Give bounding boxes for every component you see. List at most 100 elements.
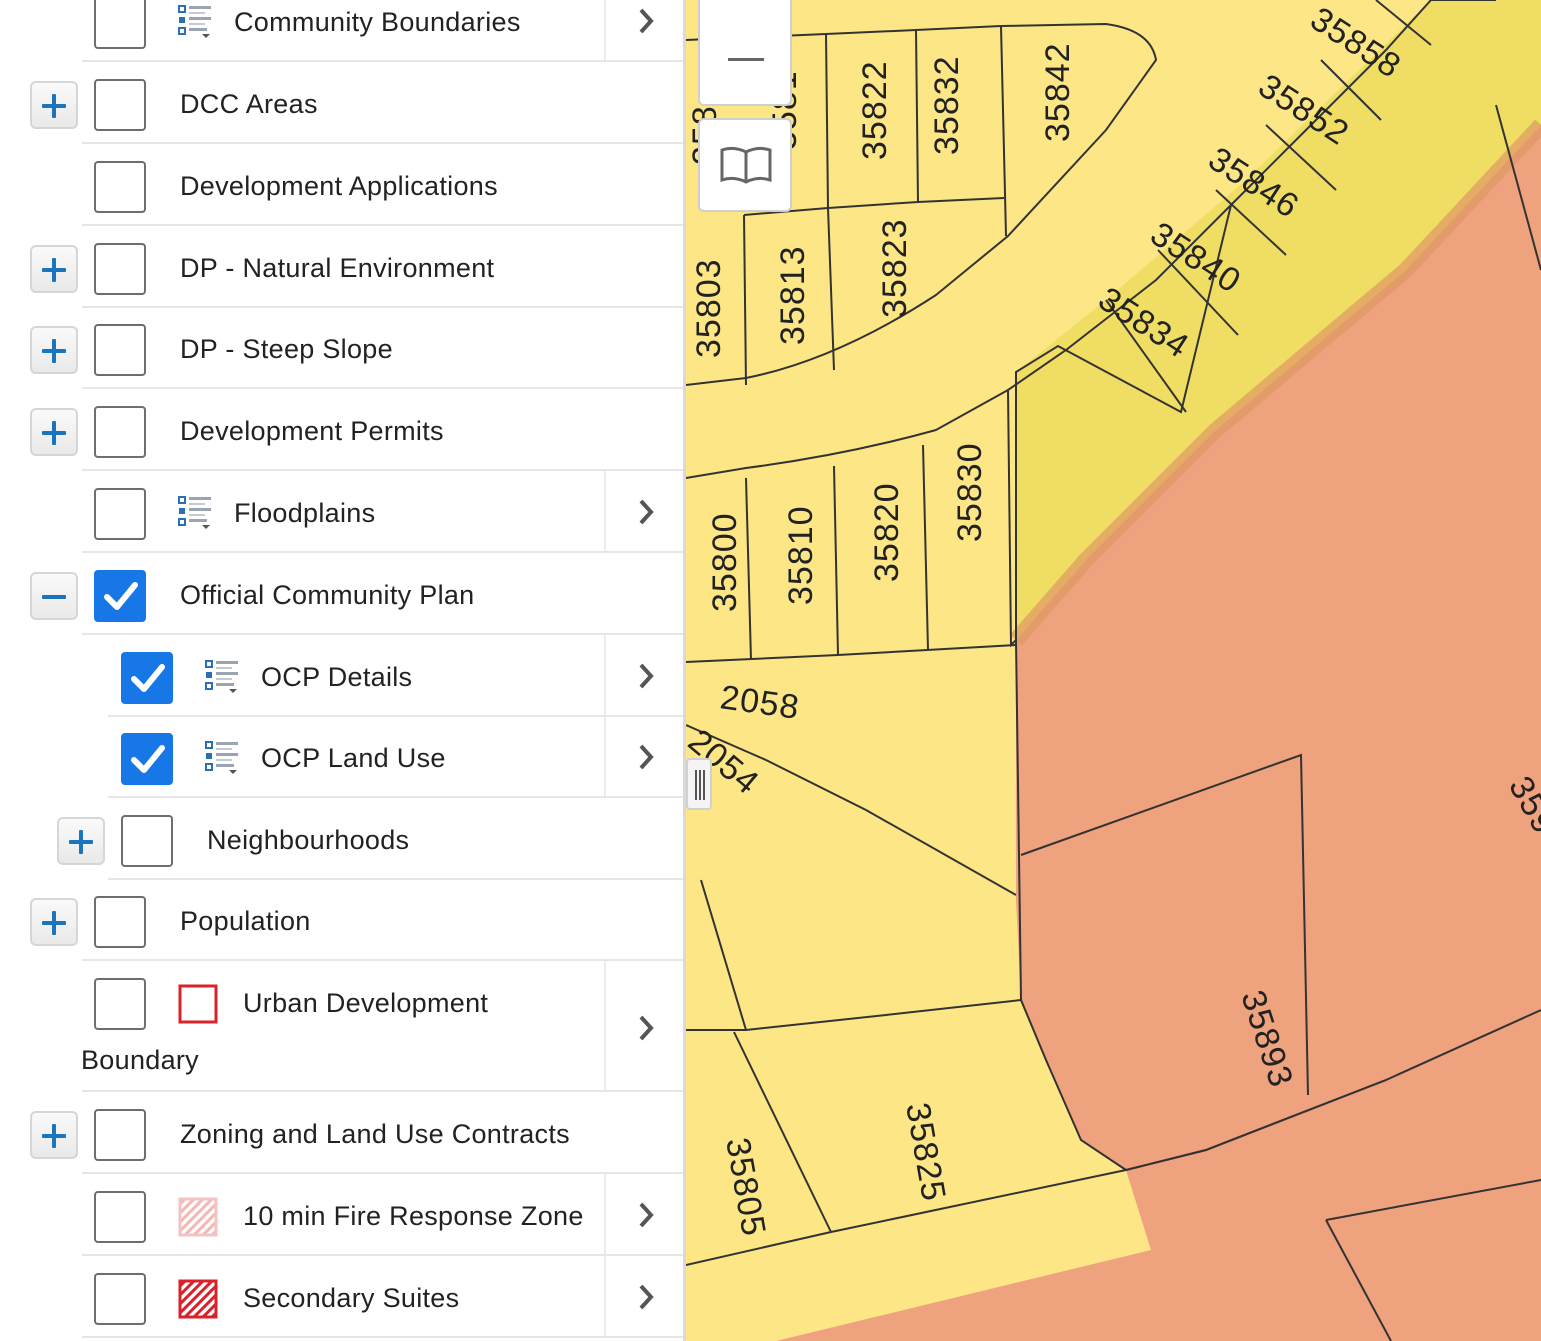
lot-number: 35822: [856, 60, 894, 160]
layer-label: 10 min Fire Response Zone: [243, 1201, 584, 1231]
layer-row: Development Permits: [0, 389, 686, 471]
layer-row: Zoning and Land Use Contracts: [0, 1092, 686, 1174]
layer-row: OCP Land Use: [0, 716, 686, 798]
row-divider: [82, 1336, 686, 1338]
layer-label: Development Applications: [180, 171, 498, 201]
expand-button[interactable]: [30, 326, 78, 374]
checkmark-icon: [131, 664, 165, 692]
pink-hatch-square-icon: [178, 1197, 218, 1237]
chevron-right-icon: [639, 8, 654, 34]
panel-resize-handle[interactable]: [686, 758, 712, 810]
layer-details-button[interactable]: [604, 1174, 686, 1254]
grip-line: [703, 770, 705, 800]
plus-icon: [52, 911, 56, 935]
lot-number: 35820: [868, 482, 906, 582]
layer-label: DP - Natural Environment: [180, 253, 495, 283]
layer-label-continued: Boundary: [81, 1045, 199, 1075]
expand-button[interactable]: [30, 1111, 78, 1159]
map-view[interactable]: 358 3581 35822 35832 35842 35858 35852 3…: [686, 0, 1541, 1341]
lot-number: 35823: [876, 218, 914, 318]
grip-line: [699, 770, 701, 800]
layer-label: Community Boundaries: [234, 7, 521, 37]
layer-checkbox[interactable]: [94, 896, 146, 948]
layer-row: Urban Development Boundary: [0, 961, 686, 1092]
checkmark-icon: [131, 745, 165, 773]
legend-list-icon: [205, 658, 241, 694]
map-canvas[interactable]: 358 3581 35822 35832 35842 35858 35852 3…: [686, 0, 1541, 1341]
layer-checkbox[interactable]: [94, 1109, 146, 1161]
layer-details-button[interactable]: [604, 635, 686, 715]
chevron-right-icon: [639, 1015, 654, 1041]
layer-row: Secondary Suites: [0, 1256, 686, 1338]
layer-checkbox[interactable]: [94, 0, 146, 49]
grip-line: [695, 770, 697, 800]
chevron-right-icon: [639, 1284, 654, 1310]
layer-label: Floodplains: [234, 498, 376, 528]
minus-icon: [42, 595, 66, 599]
layer-checkbox[interactable]: [94, 488, 146, 540]
expand-button[interactable]: [30, 408, 78, 456]
expand-button[interactable]: [57, 817, 105, 865]
layer-details-button[interactable]: [604, 1256, 686, 1336]
layer-checkbox[interactable]: [94, 570, 146, 622]
layer-checkbox[interactable]: [121, 815, 173, 867]
lot-number: 35810: [782, 505, 820, 605]
legend-list-icon: [178, 494, 214, 530]
zoom-out-button[interactable]: [698, 0, 792, 106]
layer-details-button[interactable]: [604, 961, 686, 1090]
checkmark-icon: [104, 582, 138, 610]
layer-row: OCP Details: [0, 635, 686, 717]
layer-list-panel: Community Boundaries DCC Areas Development…: [0, 0, 686, 1341]
layer-row: DCC Areas: [0, 62, 686, 144]
expand-button[interactable]: [30, 81, 78, 129]
layer-row: Development Applications: [0, 144, 686, 226]
layer-label: Official Community Plan: [180, 580, 475, 610]
bookmarks-button[interactable]: [698, 118, 792, 212]
layer-label: OCP Land Use: [261, 743, 446, 773]
legend-list-icon: [178, 3, 214, 39]
layer-label: Neighbourhoods: [207, 825, 410, 855]
legend-list-icon: [205, 739, 241, 775]
expand-button[interactable]: [30, 245, 78, 293]
layer-checkbox[interactable]: [94, 161, 146, 213]
layer-row: Floodplains: [0, 471, 686, 553]
layer-checkbox[interactable]: [121, 733, 173, 785]
lot-number: 35803: [690, 258, 728, 358]
red-hatch-square-icon: [178, 1279, 218, 1319]
layer-label: Development Permits: [180, 416, 444, 446]
layer-checkbox[interactable]: [94, 978, 146, 1030]
layer-checkbox[interactable]: [94, 1273, 146, 1325]
layer-checkbox[interactable]: [121, 652, 173, 704]
layer-row: DP - Steep Slope: [0, 307, 686, 389]
layer-checkbox[interactable]: [94, 243, 146, 295]
minus-icon: [728, 58, 764, 61]
layer-details-button[interactable]: [604, 716, 686, 796]
plus-icon: [79, 830, 83, 854]
layer-label: Urban Development: [243, 988, 489, 1018]
layer-row: Neighbourhoods: [0, 798, 686, 880]
plus-icon: [52, 258, 56, 282]
layer-label: Zoning and Land Use Contracts: [180, 1119, 570, 1149]
red-outline-square-icon: [178, 984, 218, 1024]
layer-checkbox[interactable]: [94, 79, 146, 131]
layer-checkbox[interactable]: [94, 324, 146, 376]
layer-row: 10 min Fire Response Zone: [0, 1174, 686, 1256]
chevron-right-icon: [639, 663, 654, 689]
layer-details-button[interactable]: [604, 0, 686, 60]
lot-number: 35813: [774, 245, 812, 345]
collapse-button[interactable]: [30, 572, 78, 620]
open-book-icon: [720, 146, 772, 184]
chevron-right-icon: [639, 744, 654, 770]
plus-icon: [52, 421, 56, 445]
layer-details-button[interactable]: [604, 471, 686, 551]
chevron-right-icon: [639, 499, 654, 525]
layer-label: DP - Steep Slope: [180, 334, 393, 364]
plus-icon: [52, 339, 56, 363]
chevron-right-icon: [639, 1202, 654, 1228]
plus-icon: [52, 1124, 56, 1148]
layer-label: Secondary Suites: [243, 1283, 460, 1313]
layer-checkbox[interactable]: [94, 406, 146, 458]
layer-checkbox[interactable]: [94, 1191, 146, 1243]
expand-button[interactable]: [30, 898, 78, 946]
lot-number: 35842: [1039, 42, 1077, 142]
